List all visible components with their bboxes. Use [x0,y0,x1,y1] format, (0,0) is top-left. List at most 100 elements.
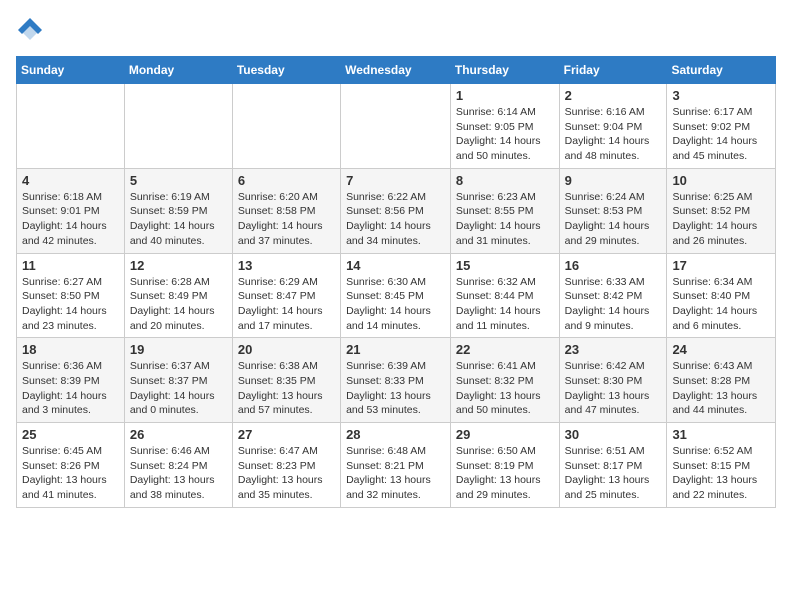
day-number: 16 [565,258,662,273]
calendar-cell: 12 Sunrise: 6:28 AM Sunset: 8:49 PM Dayli… [124,253,232,338]
calendar-cell: 27 Sunrise: 6:47 AM Sunset: 8:23 PM Dayli… [232,423,340,508]
calendar-cell: 25 Sunrise: 6:45 AM Sunset: 8:26 PM Dayli… [17,423,125,508]
calendar-cell [124,84,232,169]
calendar-cell: 16 Sunrise: 6:33 AM Sunset: 8:42 PM Dayli… [559,253,667,338]
calendar-cell: 3 Sunrise: 6:17 AM Sunset: 9:02 PM Daylig… [667,84,776,169]
calendar-cell: 30 Sunrise: 6:51 AM Sunset: 8:17 PM Dayli… [559,423,667,508]
logo-icon [16,16,44,44]
header-thursday: Thursday [450,57,559,84]
day-info: Sunrise: 6:23 AM Sunset: 8:55 PM Dayligh… [456,190,554,249]
calendar-cell [341,84,451,169]
day-info: Sunrise: 6:45 AM Sunset: 8:26 PM Dayligh… [22,444,119,503]
day-number: 22 [456,342,554,357]
calendar-cell: 20 Sunrise: 6:38 AM Sunset: 8:35 PM Dayli… [232,338,340,423]
calendar-cell: 15Sunrise: 6:32 AM Sunset: 8:44 PM Dayli… [450,253,559,338]
calendar-cell: 21 Sunrise: 6:39 AM Sunset: 8:33 PM Dayli… [341,338,451,423]
calendar-cell: 23Sunrise: 6:42 AM Sunset: 8:30 PM Dayli… [559,338,667,423]
day-number: 17 [672,258,770,273]
calendar-week-3: 18 Sunrise: 6:36 AM Sunset: 8:39 PM Dayli… [17,338,776,423]
calendar-cell: 14 Sunrise: 6:30 AM Sunset: 8:45 PM Dayli… [341,253,451,338]
day-number: 5 [130,173,227,188]
day-info: Sunrise: 6:43 AM Sunset: 8:28 PM Dayligh… [672,359,770,418]
calendar-week-1: 4 Sunrise: 6:18 AM Sunset: 9:01 PM Daylig… [17,168,776,253]
day-info: Sunrise: 6:27 AM Sunset: 8:50 PM Dayligh… [22,275,119,334]
calendar-cell: 22 Sunrise: 6:41 AM Sunset: 8:32 PM Dayli… [450,338,559,423]
day-info: Sunrise: 6:33 AM Sunset: 8:42 PM Dayligh… [565,275,662,334]
day-info: Sunrise: 6:36 AM Sunset: 8:39 PM Dayligh… [22,359,119,418]
header-tuesday: Tuesday [232,57,340,84]
calendar-week-4: 25 Sunrise: 6:45 AM Sunset: 8:26 PM Dayli… [17,423,776,508]
day-info: Sunrise: 6:28 AM Sunset: 8:49 PM Dayligh… [130,275,227,334]
calendar-cell: 19 Sunrise: 6:37 AM Sunset: 8:37 PM Dayli… [124,338,232,423]
day-number: 11 [22,258,119,273]
header-saturday: Saturday [667,57,776,84]
calendar-cell: 1 Sunrise: 6:14 AM Sunset: 9:05 PM Daylig… [450,84,559,169]
calendar-cell: 9Sunrise: 6:24 AM Sunset: 8:53 PM Daylig… [559,168,667,253]
day-number: 25 [22,427,119,442]
calendar-cell: 26Sunrise: 6:46 AM Sunset: 8:24 PM Dayli… [124,423,232,508]
header-monday: Monday [124,57,232,84]
day-info: Sunrise: 6:47 AM Sunset: 8:23 PM Dayligh… [238,444,335,503]
day-number: 6 [238,173,335,188]
day-info: Sunrise: 6:48 AM Sunset: 8:21 PM Dayligh… [346,444,445,503]
day-number: 12 [130,258,227,273]
day-info: Sunrise: 6:50 AM Sunset: 8:19 PM Dayligh… [456,444,554,503]
day-info: Sunrise: 6:38 AM Sunset: 8:35 PM Dayligh… [238,359,335,418]
day-number: 7 [346,173,445,188]
day-number: 19 [130,342,227,357]
calendar-table: SundayMondayTuesdayWednesdayThursdayFrid… [16,56,776,508]
day-info: Sunrise: 6:19 AM Sunset: 8:59 PM Dayligh… [130,190,227,249]
page-header [16,16,776,44]
day-number: 27 [238,427,335,442]
day-info: Sunrise: 6:14 AM Sunset: 9:05 PM Dayligh… [456,105,554,164]
day-info: Sunrise: 6:32 AM Sunset: 8:44 PM Dayligh… [456,275,554,334]
day-number: 30 [565,427,662,442]
calendar-cell: 24 Sunrise: 6:43 AM Sunset: 8:28 PM Dayli… [667,338,776,423]
day-number: 10 [672,173,770,188]
day-info: Sunrise: 6:17 AM Sunset: 9:02 PM Dayligh… [672,105,770,164]
day-info: Sunrise: 6:37 AM Sunset: 8:37 PM Dayligh… [130,359,227,418]
header-friday: Friday [559,57,667,84]
day-info: Sunrise: 6:46 AM Sunset: 8:24 PM Dayligh… [130,444,227,503]
calendar-cell: 29 Sunrise: 6:50 AM Sunset: 8:19 PM Dayli… [450,423,559,508]
day-info: Sunrise: 6:24 AM Sunset: 8:53 PM Dayligh… [565,190,662,249]
day-info: Sunrise: 6:34 AM Sunset: 8:40 PM Dayligh… [672,275,770,334]
calendar-cell [17,84,125,169]
calendar-cell: 28Sunrise: 6:48 AM Sunset: 8:21 PM Dayli… [341,423,451,508]
day-number: 2 [565,88,662,103]
calendar-cell: 11 Sunrise: 6:27 AM Sunset: 8:50 PM Dayli… [17,253,125,338]
calendar-cell: 13Sunrise: 6:29 AM Sunset: 8:47 PM Dayli… [232,253,340,338]
day-info: Sunrise: 6:20 AM Sunset: 8:58 PM Dayligh… [238,190,335,249]
day-info: Sunrise: 6:25 AM Sunset: 8:52 PM Dayligh… [672,190,770,249]
day-info: Sunrise: 6:29 AM Sunset: 8:47 PM Dayligh… [238,275,335,334]
day-number: 8 [456,173,554,188]
day-info: Sunrise: 6:42 AM Sunset: 8:30 PM Dayligh… [565,359,662,418]
calendar-cell: 31Sunrise: 6:52 AM Sunset: 8:15 PM Dayli… [667,423,776,508]
day-number: 4 [22,173,119,188]
calendar-header-row: SundayMondayTuesdayWednesdayThursdayFrid… [17,57,776,84]
day-number: 3 [672,88,770,103]
day-info: Sunrise: 6:16 AM Sunset: 9:04 PM Dayligh… [565,105,662,164]
calendar-cell: 5 Sunrise: 6:19 AM Sunset: 8:59 PM Daylig… [124,168,232,253]
calendar-cell: 18 Sunrise: 6:36 AM Sunset: 8:39 PM Dayli… [17,338,125,423]
day-number: 18 [22,342,119,357]
calendar-cell: 2 Sunrise: 6:16 AM Sunset: 9:04 PM Daylig… [559,84,667,169]
day-number: 14 [346,258,445,273]
day-info: Sunrise: 6:30 AM Sunset: 8:45 PM Dayligh… [346,275,445,334]
day-number: 20 [238,342,335,357]
day-info: Sunrise: 6:52 AM Sunset: 8:15 PM Dayligh… [672,444,770,503]
day-number: 21 [346,342,445,357]
calendar-cell: 10 Sunrise: 6:25 AM Sunset: 8:52 PM Dayli… [667,168,776,253]
day-number: 29 [456,427,554,442]
day-number: 1 [456,88,554,103]
day-info: Sunrise: 6:51 AM Sunset: 8:17 PM Dayligh… [565,444,662,503]
calendar-cell: 8 Sunrise: 6:23 AM Sunset: 8:55 PM Daylig… [450,168,559,253]
logo [16,16,48,44]
day-info: Sunrise: 6:18 AM Sunset: 9:01 PM Dayligh… [22,190,119,249]
day-number: 24 [672,342,770,357]
day-info: Sunrise: 6:39 AM Sunset: 8:33 PM Dayligh… [346,359,445,418]
calendar-week-2: 11 Sunrise: 6:27 AM Sunset: 8:50 PM Dayli… [17,253,776,338]
calendar-cell: 7Sunrise: 6:22 AM Sunset: 8:56 PM Daylig… [341,168,451,253]
header-sunday: Sunday [17,57,125,84]
day-info: Sunrise: 6:41 AM Sunset: 8:32 PM Dayligh… [456,359,554,418]
